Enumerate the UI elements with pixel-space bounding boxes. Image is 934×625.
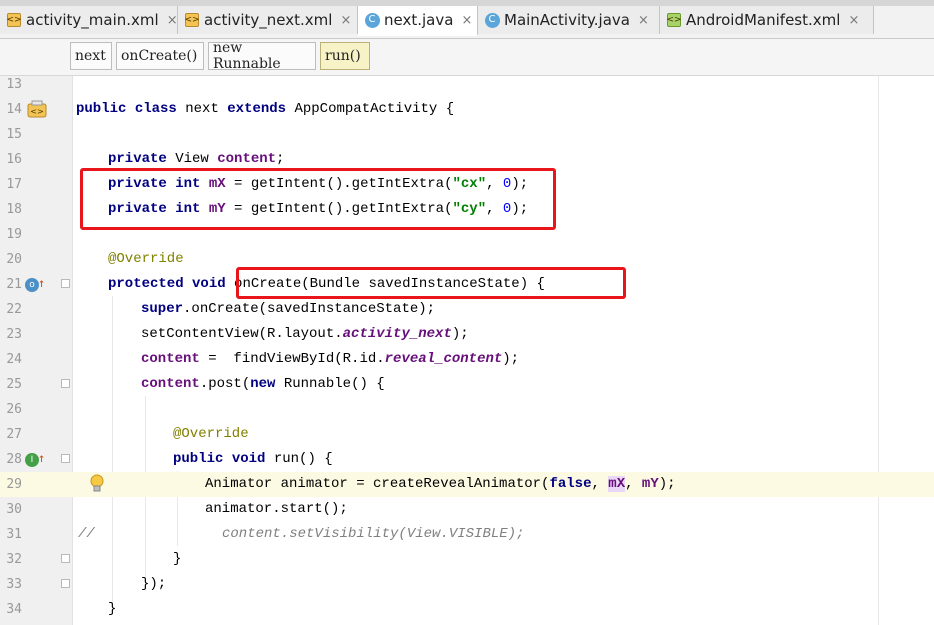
line-number: 31 bbox=[6, 527, 22, 542]
line-number: 17 bbox=[6, 177, 22, 192]
line-number: 30 bbox=[6, 502, 22, 517]
tab-label: activity_next.xml bbox=[204, 11, 333, 29]
highlight-box-fields bbox=[80, 168, 556, 230]
implement-arrow-icon[interactable]: ↑ bbox=[38, 451, 45, 465]
code-line-15[interactable]: 15 bbox=[0, 122, 934, 147]
implement-method-icon[interactable]: I bbox=[25, 453, 39, 467]
class-file-icon: C bbox=[364, 12, 380, 28]
code-line-31[interactable]: 31 // content.setVisibility(View.VISIBLE… bbox=[0, 522, 934, 547]
close-icon[interactable]: × bbox=[167, 13, 178, 28]
fold-marker-icon[interactable] bbox=[61, 379, 70, 388]
line-number: 27 bbox=[6, 427, 22, 442]
fold-marker-icon[interactable] bbox=[61, 579, 70, 588]
svg-text:<>: <> bbox=[30, 107, 43, 116]
code-line-24[interactable]: 24 content = findViewById(R.id.reveal_co… bbox=[0, 347, 934, 372]
line-number: 28 bbox=[6, 452, 22, 467]
line-number: 18 bbox=[6, 202, 22, 217]
manifest-file-icon: <> bbox=[666, 12, 682, 28]
line-number: 20 bbox=[6, 252, 22, 267]
fold-marker-icon[interactable] bbox=[61, 554, 70, 563]
tab-android-manifest-xml[interactable]: <> AndroidManifest.xml × bbox=[660, 6, 874, 34]
class-gutter-icon[interactable]: <> bbox=[27, 100, 47, 118]
tab-label: activity_main.xml bbox=[26, 11, 159, 29]
code-line-28[interactable]: 28 public void run() { bbox=[0, 447, 934, 472]
editor-tab-bar: <> activity_main.xml × <> activity_next.… bbox=[0, 0, 934, 39]
tab-label: next.java bbox=[384, 11, 454, 29]
line-number: 24 bbox=[6, 352, 22, 367]
tab-main-activity-java[interactable]: C MainActivity.java × bbox=[478, 6, 660, 34]
line-number: 34 bbox=[6, 602, 22, 617]
breadcrumb-item-run[interactable]: run() bbox=[320, 42, 370, 70]
line-number: 22 bbox=[6, 302, 22, 317]
override-arrow-icon[interactable]: ↑ bbox=[38, 276, 45, 290]
class-file-icon: C bbox=[484, 12, 500, 28]
line-number: 25 bbox=[6, 377, 22, 392]
line-number: 19 bbox=[6, 227, 22, 242]
close-icon[interactable]: × bbox=[848, 13, 859, 28]
tab-activity-main-xml[interactable]: <> activity_main.xml × bbox=[0, 6, 178, 34]
line-number: 23 bbox=[6, 327, 22, 342]
breadcrumb-item-oncreate[interactable]: onCreate() bbox=[116, 42, 204, 70]
override-method-icon[interactable]: o bbox=[25, 278, 39, 292]
line-number: 32 bbox=[6, 552, 22, 567]
tab-activity-next-xml[interactable]: <> activity_next.xml × bbox=[178, 6, 358, 34]
highlight-box-oncreate bbox=[236, 267, 626, 299]
line-number: 26 bbox=[6, 402, 22, 417]
line-number: 33 bbox=[6, 577, 22, 592]
line-number: 14 bbox=[6, 102, 22, 117]
code-line-27[interactable]: 27 @Override bbox=[0, 422, 934, 447]
code-line-30[interactable]: 30 animator.start(); bbox=[0, 497, 934, 522]
fold-marker-icon[interactable] bbox=[61, 454, 70, 463]
tab-next-java[interactable]: C next.java × bbox=[358, 6, 478, 36]
xml-file-icon: <> bbox=[184, 12, 200, 28]
line-number: 16 bbox=[6, 152, 22, 167]
xml-file-icon: <> bbox=[6, 12, 22, 28]
line-number: 29 bbox=[6, 477, 22, 492]
tab-label: AndroidManifest.xml bbox=[686, 11, 841, 29]
code-line-32[interactable]: 32 } bbox=[0, 547, 934, 572]
fold-marker-icon[interactable] bbox=[61, 279, 70, 288]
code-line-25[interactable]: 25 content.post(new Runnable() { bbox=[0, 372, 934, 397]
line-number: 15 bbox=[6, 127, 22, 142]
code-line-14[interactable]: 14 public class next extends AppCompatAc… bbox=[0, 97, 934, 122]
lightbulb-icon[interactable] bbox=[89, 474, 105, 494]
code-line-23[interactable]: 23 setContentView(R.layout.activity_next… bbox=[0, 322, 934, 347]
close-icon[interactable]: × bbox=[461, 13, 472, 28]
code-line-34[interactable]: 34 } bbox=[0, 597, 934, 622]
tab-label: MainActivity.java bbox=[504, 11, 630, 29]
breadcrumb-item-new-runnable[interactable]: new Runnable bbox=[208, 40, 316, 72]
line-number: 13 bbox=[6, 77, 22, 92]
breadcrumb: next onCreate() new Runnable run() bbox=[0, 39, 934, 76]
breadcrumb-item-next[interactable]: next bbox=[70, 42, 112, 70]
code-line-22[interactable]: 22 super.onCreate(savedInstanceState); bbox=[0, 297, 934, 322]
code-line-33[interactable]: 33 }); bbox=[0, 572, 934, 597]
line-number: 21 bbox=[6, 277, 22, 292]
close-icon[interactable]: × bbox=[638, 13, 649, 28]
code-line-29[interactable]: 29 Animator animator = createRevealAnima… bbox=[0, 472, 934, 497]
close-icon[interactable]: × bbox=[340, 13, 351, 28]
code-line-26[interactable]: 26 bbox=[0, 397, 934, 422]
code-line-13[interactable]: 13 bbox=[0, 72, 934, 97]
